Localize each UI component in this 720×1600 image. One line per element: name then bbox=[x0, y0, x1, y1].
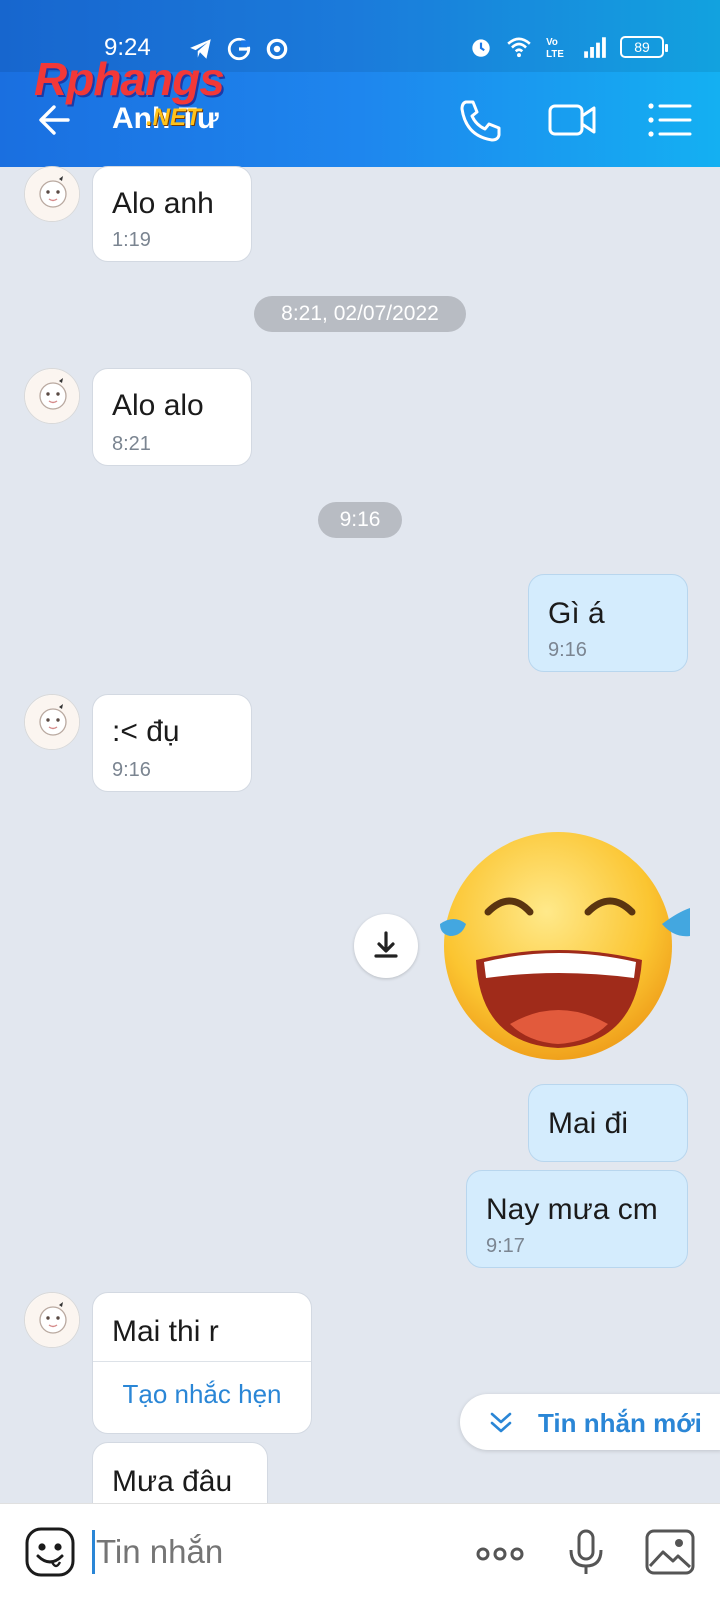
download-button[interactable] bbox=[354, 914, 418, 978]
g-icon bbox=[227, 37, 251, 61]
message-text: Alo alo bbox=[112, 389, 204, 422]
message-text: Mai đi bbox=[548, 1107, 629, 1140]
avatar-image bbox=[25, 369, 79, 423]
signal-icon bbox=[584, 37, 606, 58]
message-text: Gì á bbox=[548, 597, 605, 630]
svg-text:LTE: LTE bbox=[546, 49, 564, 60]
date-separator: 9:16 bbox=[318, 502, 402, 538]
wifi-icon bbox=[507, 37, 531, 58]
laughing-tears-emoji[interactable] bbox=[440, 828, 690, 1064]
message-bubble-incoming[interactable]: Alo alo 8:21 bbox=[92, 368, 252, 466]
top-bar: 9:24 Vo LTE 89 Anh Tư Rphangs .NET bbox=[0, 0, 720, 167]
svg-text:Vo: Vo bbox=[546, 37, 558, 48]
list-menu-icon[interactable] bbox=[644, 94, 696, 146]
message-input[interactable] bbox=[96, 1530, 456, 1574]
message-bubble-incoming[interactable]: Alo anh 1:19 bbox=[92, 166, 252, 262]
message-text: Mai thi r bbox=[112, 1315, 219, 1348]
message-time: 8:21 bbox=[112, 433, 151, 455]
message-text: Mưa đâu bbox=[112, 1465, 233, 1498]
alarm-icon bbox=[472, 39, 490, 57]
contact-avatar[interactable] bbox=[24, 694, 80, 750]
message-time: 9:17 bbox=[486, 1235, 525, 1257]
message-time: 1:19 bbox=[112, 229, 151, 251]
contact-avatar[interactable] bbox=[24, 368, 80, 424]
text-caret bbox=[92, 1530, 95, 1574]
more-options-icon[interactable] bbox=[474, 1528, 526, 1580]
new-messages-label: Tin nhắn mới bbox=[538, 1408, 702, 1438]
phone-icon[interactable] bbox=[454, 94, 506, 146]
microphone-icon[interactable] bbox=[560, 1526, 612, 1578]
message-composer bbox=[0, 1503, 720, 1600]
message-time: 9:16 bbox=[112, 759, 151, 781]
new-messages-button[interactable]: Tin nhắn mới bbox=[460, 1394, 720, 1450]
message-text: Alo anh bbox=[112, 187, 214, 220]
double-chevron-down-icon bbox=[490, 1412, 512, 1433]
sync-icon bbox=[266, 38, 288, 60]
message-text: Nay mưa cm bbox=[486, 1193, 658, 1226]
image-gallery-icon[interactable] bbox=[644, 1526, 696, 1578]
message-text: :< đụ bbox=[112, 715, 180, 748]
battery-level: 89 bbox=[634, 39, 650, 55]
video-call-icon[interactable] bbox=[546, 94, 598, 146]
message-bubble-outgoing[interactable]: Gì á 9:16 bbox=[528, 574, 688, 672]
message-bubble-outgoing[interactable]: Mai đi bbox=[528, 1084, 688, 1162]
message-time: 9:16 bbox=[548, 639, 587, 661]
message-bubble-incoming[interactable]: :< đụ 9:16 bbox=[92, 694, 252, 792]
bubble-divider bbox=[93, 1361, 311, 1362]
watermark-logo-sub: .NET bbox=[146, 104, 201, 131]
avatar-image bbox=[25, 167, 79, 221]
date-separator: 8:21, 02/07/2022 bbox=[254, 296, 466, 332]
watermark-logo: Rphangs bbox=[34, 53, 225, 105]
download-icon bbox=[374, 931, 398, 958]
message-bubble-outgoing[interactable]: Nay mưa cm 9:17 bbox=[466, 1170, 688, 1268]
avatar-image bbox=[25, 1293, 79, 1347]
emoji-icon[interactable] bbox=[24, 1526, 76, 1578]
avatar-image bbox=[25, 695, 79, 749]
status-icons-right: Vo LTE 89 bbox=[468, 34, 668, 60]
contact-avatar[interactable] bbox=[24, 1292, 80, 1348]
battery-icon: 89 bbox=[620, 36, 668, 58]
create-reminder-link[interactable]: Tạo nhắc hẹn bbox=[93, 1379, 311, 1410]
message-bubble-incoming[interactable]: Mai thi r Tạo nhắc hẹn bbox=[92, 1292, 312, 1434]
volte-icon: VoLTE bbox=[546, 37, 564, 60]
contact-avatar[interactable] bbox=[24, 166, 80, 222]
